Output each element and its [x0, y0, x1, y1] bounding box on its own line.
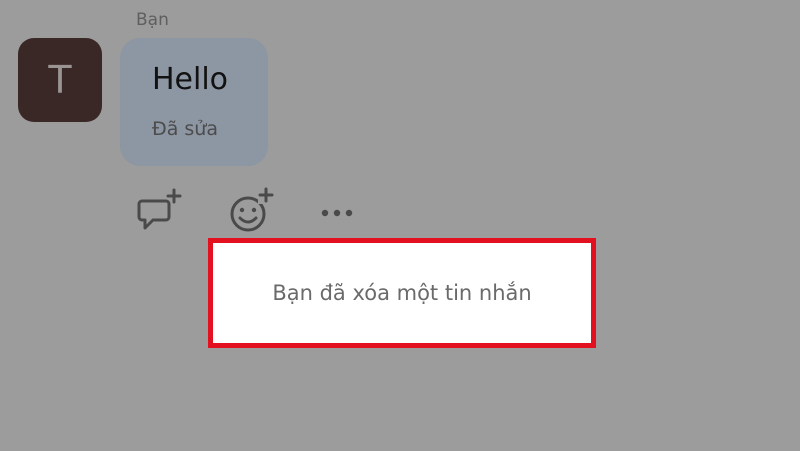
deleted-message-text: Bạn đã xóa một tin nhắn — [272, 281, 532, 305]
edited-label: Đã sửa — [152, 118, 218, 140]
message-text: Hello — [152, 62, 229, 97]
reply-button[interactable] — [136, 186, 186, 236]
react-button[interactable] — [226, 186, 276, 236]
more-button[interactable] — [314, 186, 364, 236]
deleted-message-notice: Bạn đã xóa một tin nhắn — [208, 238, 596, 348]
sender-name: Bạn — [136, 10, 169, 30]
reply-add-icon — [137, 188, 182, 230]
react-add-icon — [230, 187, 274, 232]
avatar[interactable]: T — [18, 38, 102, 122]
avatar-initial: T — [48, 58, 72, 102]
more-icon — [321, 209, 353, 217]
message-bubble[interactable]: Hello Đã sửa — [120, 38, 268, 166]
